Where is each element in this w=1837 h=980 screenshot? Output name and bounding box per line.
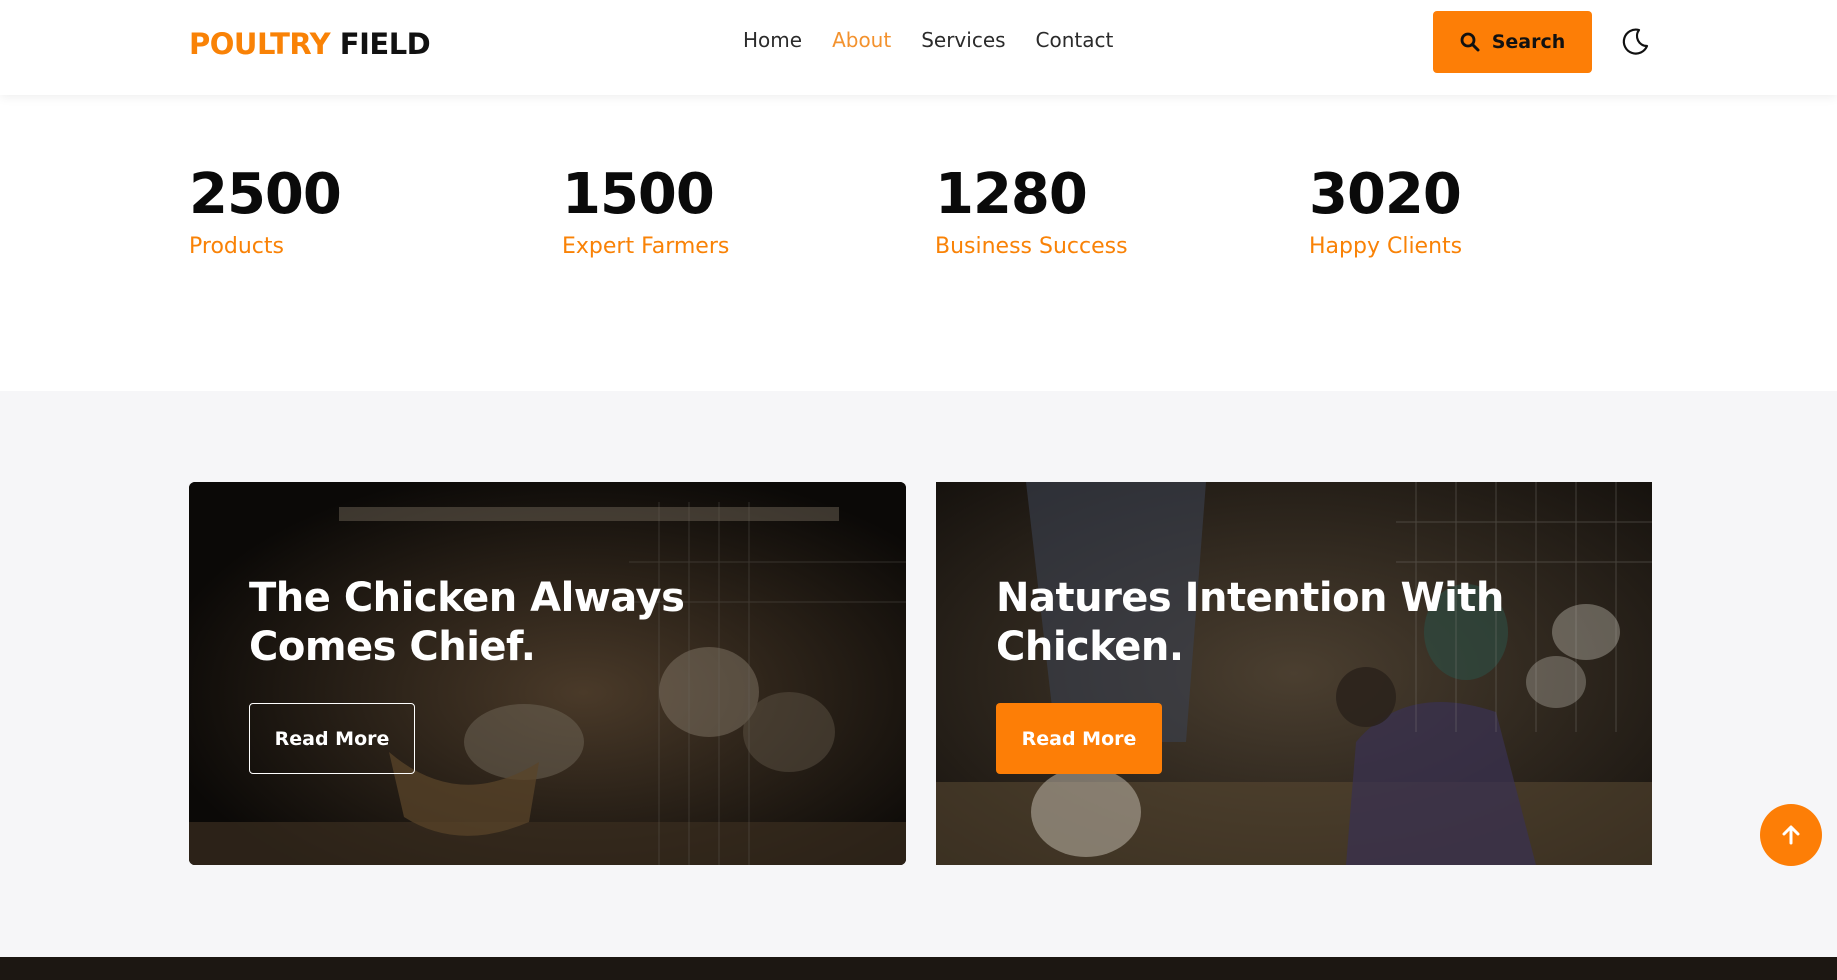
stat-expert-farmers: 1500 Expert Farmers — [562, 160, 729, 259]
nav-services[interactable]: Services — [921, 28, 1005, 52]
footer-banner-edge — [0, 957, 1837, 980]
stat-happy-clients: 3020 Happy Clients — [1309, 160, 1462, 259]
stat-value: 1500 — [562, 162, 715, 227]
stat-business-success: 1280 Business Success — [935, 160, 1128, 259]
read-more-button[interactable]: Read More — [249, 703, 415, 774]
stat-label: Happy Clients — [1309, 234, 1463, 259]
stat-label: Expert Farmers — [562, 234, 730, 259]
search-button-label: Search — [1491, 31, 1566, 53]
moon-icon[interactable] — [1619, 25, 1651, 57]
card-background-photo — [936, 482, 1652, 865]
card-title: The Chicken Always Comes Chief. — [249, 575, 685, 670]
stat-value: 1280 — [935, 162, 1088, 227]
search-icon — [1460, 32, 1480, 52]
arrow-up-icon — [1782, 825, 1800, 845]
main-nav: Home About Services Contact — [743, 28, 1113, 52]
site-header: POULTRY FIELD Home About Services Contac… — [0, 0, 1837, 95]
card-title: Natures Intention With Chicken. — [996, 575, 1504, 670]
stat-label: Products — [189, 234, 284, 259]
nav-about[interactable]: About — [832, 28, 891, 52]
promo-card-2: Natures Intention With Chicken. Read Mor… — [936, 482, 1652, 865]
nav-home[interactable]: Home — [743, 28, 802, 52]
stat-value: 2500 — [189, 162, 342, 227]
logo-part-2: FIELD — [339, 27, 431, 61]
promo-card-1: The Chicken Always Comes Chief. Read Mor… — [189, 482, 906, 865]
stat-products: 2500 Products — [189, 160, 342, 259]
search-button[interactable]: Search — [1433, 11, 1592, 73]
scroll-to-top-button[interactable] — [1760, 804, 1822, 866]
card-background-photo — [189, 482, 906, 865]
read-more-button[interactable]: Read More — [996, 703, 1162, 774]
logo-part-1: POULTRY — [189, 27, 331, 61]
logo[interactable]: POULTRY FIELD — [189, 27, 431, 61]
stat-value: 3020 — [1309, 162, 1462, 227]
stat-label: Business Success — [935, 234, 1128, 259]
nav-contact[interactable]: Contact — [1036, 28, 1114, 52]
